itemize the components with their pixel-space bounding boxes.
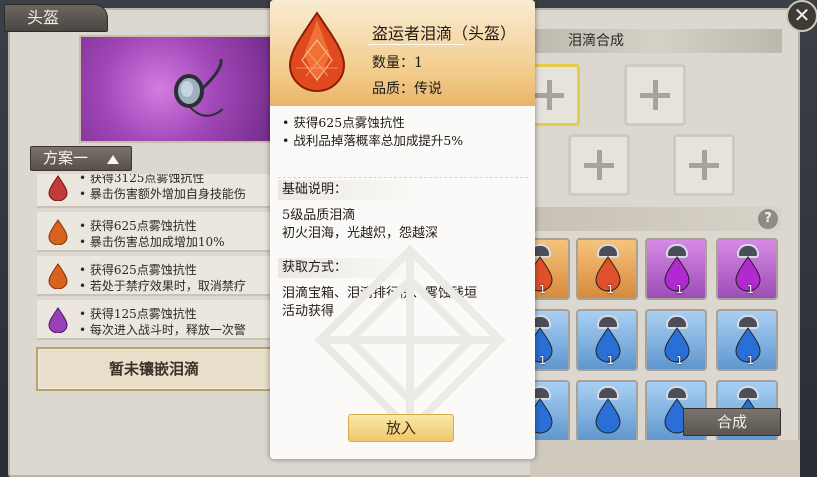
inventory-gem-cell[interactable]: 1	[716, 238, 778, 300]
list-item[interactable]: • 获得625点雾蚀抗性 • 暴击伤害总加成增加10%	[37, 212, 273, 252]
effect-line: • 战利品掉落概率总加成提升5%	[282, 133, 464, 148]
list-item-line: • 暴击伤害额外增加自身技能伤	[79, 187, 246, 201]
basic-info-line: 5级品质泪滴	[282, 208, 356, 223]
list-item[interactable]: • 获得125点雾蚀抗性 • 每次进入战斗时，释放一次警	[37, 300, 273, 340]
scheme-dropdown-label: 方案一	[43, 149, 89, 167]
empty-gem-slot-button[interactable]: 暂未镶嵌泪滴	[36, 347, 272, 391]
helmet-preview	[79, 35, 279, 143]
list-item-line: • 获得3125点雾蚀抗性	[79, 174, 205, 185]
teardrop-gem-icon	[48, 175, 68, 201]
close-button[interactable]: ✕	[786, 0, 817, 32]
list-item-line: • 获得125点雾蚀抗性	[79, 307, 197, 321]
plus-icon-stem	[597, 150, 602, 180]
gem-count: 1	[676, 283, 683, 296]
plus-icon-stem	[547, 80, 552, 110]
gem-count: 1	[676, 354, 683, 367]
teardrop-gem-icon	[288, 11, 346, 92]
inventory-gem-cell[interactable]: 1	[576, 309, 638, 371]
inventory-gem-cell[interactable]: 1	[716, 309, 778, 371]
gem-count: 1	[607, 283, 614, 296]
plus-icon-stem	[702, 150, 707, 180]
chevron-up-icon	[107, 155, 119, 164]
plus-icon-stem	[653, 80, 658, 110]
gem-slot-list: • 获得3125点雾蚀抗性 • 暴击伤害额外增加自身技能伤 • 获得625点雾蚀…	[37, 174, 273, 344]
item-quality: 品质：传说	[372, 81, 442, 97]
list-item-line: • 暴击伤害总加成增加10%	[79, 235, 225, 249]
combine-button[interactable]: 合成	[683, 408, 781, 436]
combine-section-title: 泪滴合成	[530, 29, 782, 53]
gem-count: 1	[747, 283, 754, 296]
list-item-line: • 获得625点雾蚀抗性	[79, 219, 197, 233]
inventory-gem-cell[interactable]: 1	[645, 238, 707, 300]
combine-slot[interactable]	[624, 64, 686, 126]
gem-count: 1	[607, 354, 614, 367]
gem-count: 1	[539, 283, 546, 296]
teardrop-gem-icon	[48, 219, 68, 245]
combine-slot[interactable]	[673, 134, 735, 196]
panel-title-tab: 头盔	[4, 4, 108, 32]
list-item-line: • 每次进入战斗时，释放一次警	[79, 323, 246, 337]
inventory-bar	[530, 207, 782, 231]
inventory-gem-cell[interactable]	[576, 380, 638, 442]
combine-slot[interactable]	[568, 134, 630, 196]
teardrop-gem-icon	[595, 398, 621, 434]
bottom-strip	[530, 440, 800, 477]
item-quantity: 数量：1	[372, 55, 423, 71]
divider	[278, 177, 528, 178]
effect-line: • 获得625点雾蚀抗性	[282, 115, 405, 130]
list-item[interactable]: • 获得3125点雾蚀抗性 • 暴击伤害额外增加自身技能伤	[37, 174, 273, 208]
teardrop-gem-icon	[48, 307, 68, 333]
place-button[interactable]: 放入	[348, 414, 454, 442]
gem-count: 1	[747, 354, 754, 367]
list-item-line: • 获得625点雾蚀抗性	[79, 263, 197, 277]
inventory-gem-cell[interactable]: 1	[576, 238, 638, 300]
inventory-gem-cell[interactable]: 1	[645, 309, 707, 371]
monocle-icon	[174, 58, 224, 117]
diamond-watermark-icon	[314, 244, 506, 436]
list-item[interactable]: • 获得625点雾蚀抗性 • 若处于禁疗效果时，取消禁疗	[37, 256, 273, 296]
basic-info-line: 初火泪海，光越炽，怨越深	[282, 226, 439, 241]
name-underline	[368, 44, 464, 45]
basic-info-title: 基础说明：	[278, 180, 423, 200]
help-icon[interactable]: ?	[758, 209, 778, 229]
item-name: 盗运者泪滴（头盔）	[372, 24, 517, 43]
item-tooltip: 盗运者泪滴（头盔） 数量：1 品质：传说 • 获得625点雾蚀抗性 • 战利品掉…	[270, 0, 535, 459]
scheme-dropdown[interactable]: 方案一	[30, 146, 132, 171]
teardrop-gem-icon	[48, 263, 68, 289]
tooltip-header: 盗运者泪滴（头盔） 数量：1 品质：传说	[270, 0, 535, 106]
list-item-line: • 若处于禁疗效果时，取消禁疗	[79, 279, 246, 293]
gem-count: 1	[539, 354, 546, 367]
